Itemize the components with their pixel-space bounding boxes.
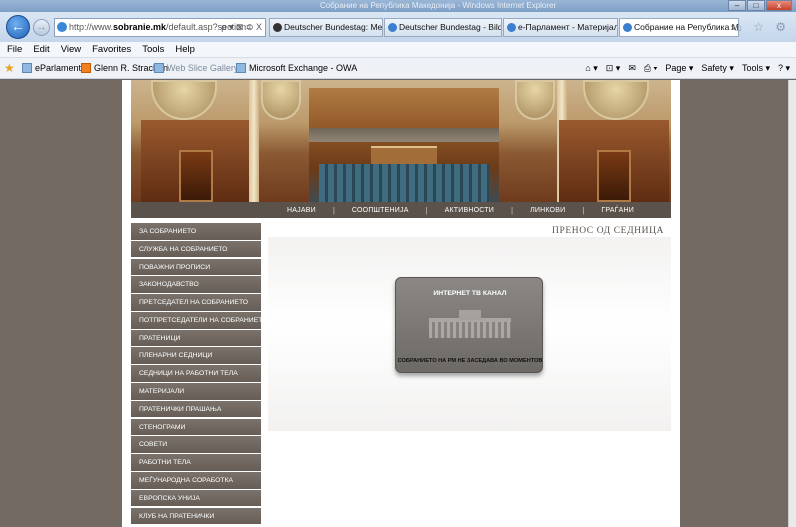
internet-tv-player[interactable]: ИНТЕРНЕТ ТВ КАНАЛ СОБРАНИЕТО НА РМ НЕ ЗА… [395, 277, 543, 373]
banner-fresco-right [583, 80, 649, 120]
live-stream-panel: ИНТЕРНЕТ ТВ КАНАЛ СОБРАНИЕТО НА РМ НЕ ЗА… [268, 237, 671, 431]
sidebar-item-klub-na-pratenicki[interactable]: КЛУБ НА ПРАТЕНИЧКИ [131, 507, 261, 526]
blogger-icon [81, 63, 91, 73]
forward-arrow-icon: → [36, 22, 47, 33]
close-window-button[interactable]: x [766, 0, 792, 11]
minimize-button[interactable]: – [728, 0, 746, 11]
ie-page-icon [507, 23, 516, 32]
banner-fresco-mid-right [515, 80, 555, 120]
nav-najavi[interactable]: НАЈАВИ [270, 207, 333, 214]
favorite-exchange-owa[interactable]: Microsoft Exchange - OWA [236, 58, 357, 78]
sidebar-item-sluzba[interactable]: СЛУЖБА НА СОБРАНИЕТО [131, 240, 261, 259]
window-titlebar: Собрание на Република Македонија - Windo… [0, 0, 796, 12]
vertical-scrollbar[interactable] [788, 80, 796, 527]
tab-eparlament[interactable]: е-Парламент - Материјали за... [503, 18, 618, 37]
back-arrow-icon: ← [11, 18, 25, 34]
nav-aktivnosti[interactable]: АКТИВНОСТИ [428, 207, 511, 214]
sidebar-item-potpretsedateli[interactable]: ПОТПРЕТСЕДАТЕЛИ НА СОБРАНИЕТО [131, 311, 261, 330]
banner-left-wall [141, 120, 251, 202]
sidebar-item-stenogrami[interactable]: СТЕНОГРАМИ [131, 418, 261, 437]
sidebar-item-pratenici[interactable]: ПРАТЕНИЦИ [131, 329, 261, 348]
banner-plenary-hall [309, 88, 499, 202]
favorite-label: Web Slice Gallery ▾ [167, 63, 246, 73]
menu-help[interactable]: Help [175, 42, 195, 57]
ie-page-icon [236, 63, 246, 73]
ie-page-icon [22, 63, 32, 73]
nav-gragjani[interactable]: ГРАЃАНИ [584, 207, 651, 214]
print-button[interactable]: ⎙ ▾ [644, 58, 657, 78]
bundestag-favicon-icon [273, 23, 282, 32]
menu-tools[interactable]: Tools [142, 42, 164, 57]
tab-label: Deutscher Bundestag - Bilderdi... [399, 22, 501, 32]
window-controls: – □ x [728, 0, 792, 12]
nav-linkovi[interactable]: ЛИНКОВИ [513, 207, 582, 214]
tab-sobranie[interactable]: Собрание на Република М... x [619, 18, 739, 37]
maximize-button[interactable]: □ [747, 0, 765, 11]
tv-channel-title: ИНТЕРНЕТ ТВ КАНАЛ [433, 290, 507, 297]
address-domain: sobranie.mk [113, 22, 167, 32]
back-button[interactable]: ← [6, 15, 30, 39]
safety-menu[interactable]: Safety ▾ [701, 58, 734, 78]
address-prefix: http://www. [69, 22, 114, 32]
forward-button[interactable]: → [33, 19, 50, 36]
navigation-bar: ← → http://www.sobranie.mk/default.asp?s… [0, 12, 796, 42]
home-favorites-tools-icons[interactable]: ⌂ ☆ ⚙ [735, 20, 790, 34]
sidebar-item-rabotni-tela[interactable]: РАБОТНИ ТЕЛА [131, 454, 261, 472]
parliament-building-icon [429, 310, 511, 338]
top-navigation: НАЈАВИ | СООПШТЕНИЈА | АКТИВНОСТИ | ЛИНКОВИ… [131, 202, 671, 218]
ie-page-icon [388, 23, 397, 32]
tab-bundestag-mediathek[interactable]: Deutscher Bundestag: Mediath... [269, 18, 383, 37]
banner-right-wall [559, 120, 669, 202]
address-tools[interactable]: ρ ▾ ⊠ ⊙ X [221, 19, 262, 36]
tv-status-message: СОБРАНИЕТО НА РМ НЕ ЗАСЕДАВА ВО МОМЕНТОВ [397, 358, 543, 364]
sidebar-item-soveti[interactable]: СОВЕТИ [131, 436, 261, 454]
favorite-label: eParlament [35, 63, 82, 73]
favorite-web-slice-gallery[interactable]: Web Slice Gallery ▾ [154, 58, 245, 78]
banner-fresco-left [151, 80, 217, 120]
command-bar: ⌂ ▾ ⊡ ▾ ✉ ⎙ ▾ Page ▾ Safety ▾ Tools ▾ ? … [585, 58, 790, 78]
sidebar-item-evropska-unija[interactable]: ЕВРОПСКА УНИЈА [131, 489, 261, 508]
mail-button[interactable]: ✉ [628, 58, 636, 78]
window-title: Собрание на Република Македонија - Windo… [320, 1, 557, 10]
sidebar-item-megjunarodna-sorabotka[interactable]: МЕЃУНАРОДНА СОРАБОТКА [131, 471, 261, 490]
feeds-button[interactable]: ⊡ ▾ [606, 58, 621, 78]
parliament-banner-image [131, 80, 671, 202]
address-bar[interactable]: http://www.sobranie.mk/default.asp?secti… [54, 18, 266, 37]
ie-page-icon [57, 22, 67, 32]
menu-bar: File Edit View Favorites Tools Help [0, 42, 796, 58]
side-menu: ЗА СОБРАНИЕТО СЛУЖБА НА СОБРАНИЕТО ПОВАЖ… [131, 223, 261, 526]
page-menu[interactable]: Page ▾ [665, 58, 693, 78]
section-title: ПРЕНОС ОД СЕДНИЦА [552, 226, 665, 236]
tab-label: Собрание на Република М... [634, 22, 739, 32]
sidebar-item-za-sobranieto[interactable]: ЗА СОБРАНИЕТО [131, 223, 261, 241]
menu-edit[interactable]: Edit [33, 42, 49, 57]
tab-label: Deutscher Bundestag: Mediath... [284, 22, 383, 32]
sidebar-item-pratenicki-prasanja[interactable]: ПРАТЕНИЧКИ ПРАШАЊА [131, 400, 261, 419]
favorite-label: Microsoft Exchange - OWA [249, 63, 358, 73]
menu-view[interactable]: View [61, 42, 81, 57]
home-button[interactable]: ⌂ ▾ [585, 58, 597, 78]
sidebar-item-materijali[interactable]: МАТЕРИЈАЛИ [131, 383, 261, 401]
site-container: НАЈАВИ | СООПШТЕНИЈА | АКТИВНОСТИ | ЛИНКОВИ… [122, 80, 680, 527]
nav-soopstenija[interactable]: СООПШТЕНИЈА [335, 207, 426, 214]
tab-bundestag-bilderdienst[interactable]: Deutscher Bundestag - Bilderdi... [384, 18, 502, 37]
tab-label: е-Парламент - Материјали за... [518, 22, 617, 32]
banner-fresco-mid-left [261, 80, 301, 120]
help-menu[interactable]: ? ▾ [778, 58, 790, 78]
sobranie-favicon-icon [623, 23, 632, 32]
favorite-eparlament[interactable]: eParlament [22, 58, 81, 78]
menu-file[interactable]: File [7, 42, 22, 57]
sidebar-item-sednici-rabotni-tela[interactable]: СЕДНИЦИ НА РАБОТНИ ТЕЛА [131, 365, 261, 383]
sidebar-item-plenarni-sednici[interactable]: ПЛЕНАРНИ СЕДНИЦИ [131, 347, 261, 366]
sidebar-item-povazni-propisi[interactable]: ПОВАЖНИ ПРОПИСИ [131, 258, 261, 277]
favorites-star-icon[interactable]: ★ [4, 61, 15, 75]
menu-favorites[interactable]: Favorites [92, 42, 131, 57]
sidebar-item-pretsedatel[interactable]: ПРЕТСЕДАТЕЛ НА СОБРАНИЕТО [131, 294, 261, 312]
sidebar-item-zakonodavstvo[interactable]: ЗАКОНОДАВСТВО [131, 276, 261, 294]
favorites-bar: ★ eParlament Glenn R. Strachan Web Slice… [0, 58, 796, 79]
web-slice-icon [154, 63, 164, 73]
tools-menu[interactable]: Tools ▾ [742, 58, 770, 78]
